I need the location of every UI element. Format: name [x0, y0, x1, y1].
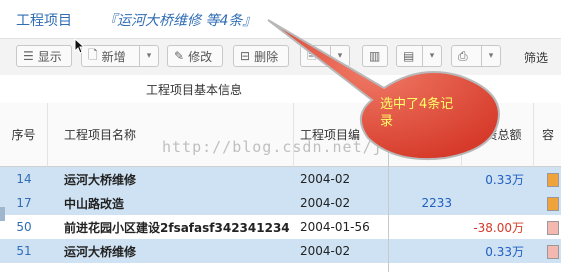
row-name: 运河大桥维修 [64, 244, 137, 259]
status-swatch [547, 197, 559, 211]
group-header: 工程项目基本信息 [0, 75, 388, 104]
print-button[interactable]: ⎙ ▾ [451, 45, 501, 67]
column-header-code[interactable]: 工程项目编 [294, 103, 389, 167]
filter-button[interactable]: 筛选 [524, 49, 548, 66]
row-area: 2233 [421, 196, 452, 210]
column-header-index[interactable]: 序号 [0, 103, 48, 167]
row-code: 2004-02 [300, 244, 351, 258]
row-investment [462, 191, 528, 215]
table-row[interactable]: 14 运河大桥维修 2004-02 0.33万 [0, 167, 561, 192]
printer-icon: ⎙ [458, 48, 468, 63]
show-button[interactable]: ☰ 显示 [16, 45, 72, 67]
row-area [390, 167, 460, 191]
add-button[interactable]: 🗋 新增 ▾ [81, 45, 159, 67]
chart-button[interactable]: ▥ [362, 45, 388, 67]
row-code: 2004-01-56 [300, 220, 370, 234]
chevron-down-icon[interactable]: ▾ [139, 46, 158, 66]
add-label: 新增 [101, 49, 126, 64]
page-title: 工程项目 [16, 13, 72, 29]
row-investment: 0.33万 [485, 172, 524, 187]
selection-summary[interactable]: 『运河大桥维修 等4条』 [103, 10, 256, 30]
status-swatch [547, 245, 559, 259]
show-label: 显示 [37, 49, 62, 64]
edit-label: 修改 [188, 49, 213, 64]
scroll-indicator[interactable] [0, 207, 5, 221]
chevron-down-icon[interactable]: ▾ [330, 46, 349, 66]
grid-view-icon: ☰ [23, 49, 34, 63]
document-icon: 🗎 [307, 47, 317, 62]
table-row[interactable]: 51 运河大桥维修 2004-02 0.33万 [0, 239, 561, 264]
row-investment: -38.00万 [473, 220, 524, 235]
export-button[interactable]: 🗎 ▾ [300, 45, 350, 67]
row-index: 14 [16, 172, 32, 186]
edit-icon: ✎ [174, 49, 185, 63]
chevron-down-icon[interactable]: ▾ [481, 46, 500, 66]
row-index: 17 [16, 196, 32, 210]
table-row[interactable]: 17 中山路改造 2004-02 2233 [0, 191, 561, 216]
row-index: 50 [16, 220, 32, 234]
status-swatch [547, 221, 559, 235]
delete-button[interactable]: ⊟ 删除 [233, 45, 289, 67]
row-code: 2004-02 [300, 172, 351, 186]
watermark: http://blog.csdn.net/jfok [162, 138, 413, 156]
table-row[interactable]: 50 前进花园小区建设2fsafasf342341234 2004-01-56 … [0, 215, 561, 240]
row-name: 运河大桥维修 [64, 172, 137, 187]
column-header-extra[interactable]: 容 [534, 103, 561, 167]
cursor-icon [74, 38, 86, 54]
title-bar: 工程项目 『运河大桥维修 等4条』 [0, 0, 561, 38]
status-swatch [547, 173, 559, 187]
row-name: 前进花园小区建设2fsafasf342341234 [64, 220, 290, 235]
report-icon: ▤ [403, 49, 415, 63]
row-investment: 0.33万 [485, 244, 524, 259]
data-grid: 工程项目基本信息 序号 工程项目名称 工程项目编 建筑面积(平米) 投资总额 容… [0, 75, 561, 272]
chevron-down-icon[interactable]: ▾ [422, 46, 441, 66]
row-area [390, 239, 460, 263]
new-document-icon: 🗋 [88, 47, 98, 62]
column-header-name[interactable]: 工程项目名称 [48, 103, 294, 167]
row-area [390, 215, 460, 239]
row-name: 中山路改造 [64, 196, 125, 211]
row-code: 2004-02 [300, 196, 351, 210]
callout-text: 选中了4条记录 [380, 97, 454, 129]
chart-icon: ▥ [369, 49, 381, 63]
delete-icon: ⊟ [240, 49, 251, 63]
edit-button[interactable]: ✎ 修改 [167, 45, 223, 67]
report-button[interactable]: ▤ ▾ [396, 45, 442, 67]
column-header-investment[interactable]: 投资总额 [462, 103, 534, 167]
row-index: 51 [16, 244, 32, 258]
delete-label: 删除 [254, 49, 279, 64]
